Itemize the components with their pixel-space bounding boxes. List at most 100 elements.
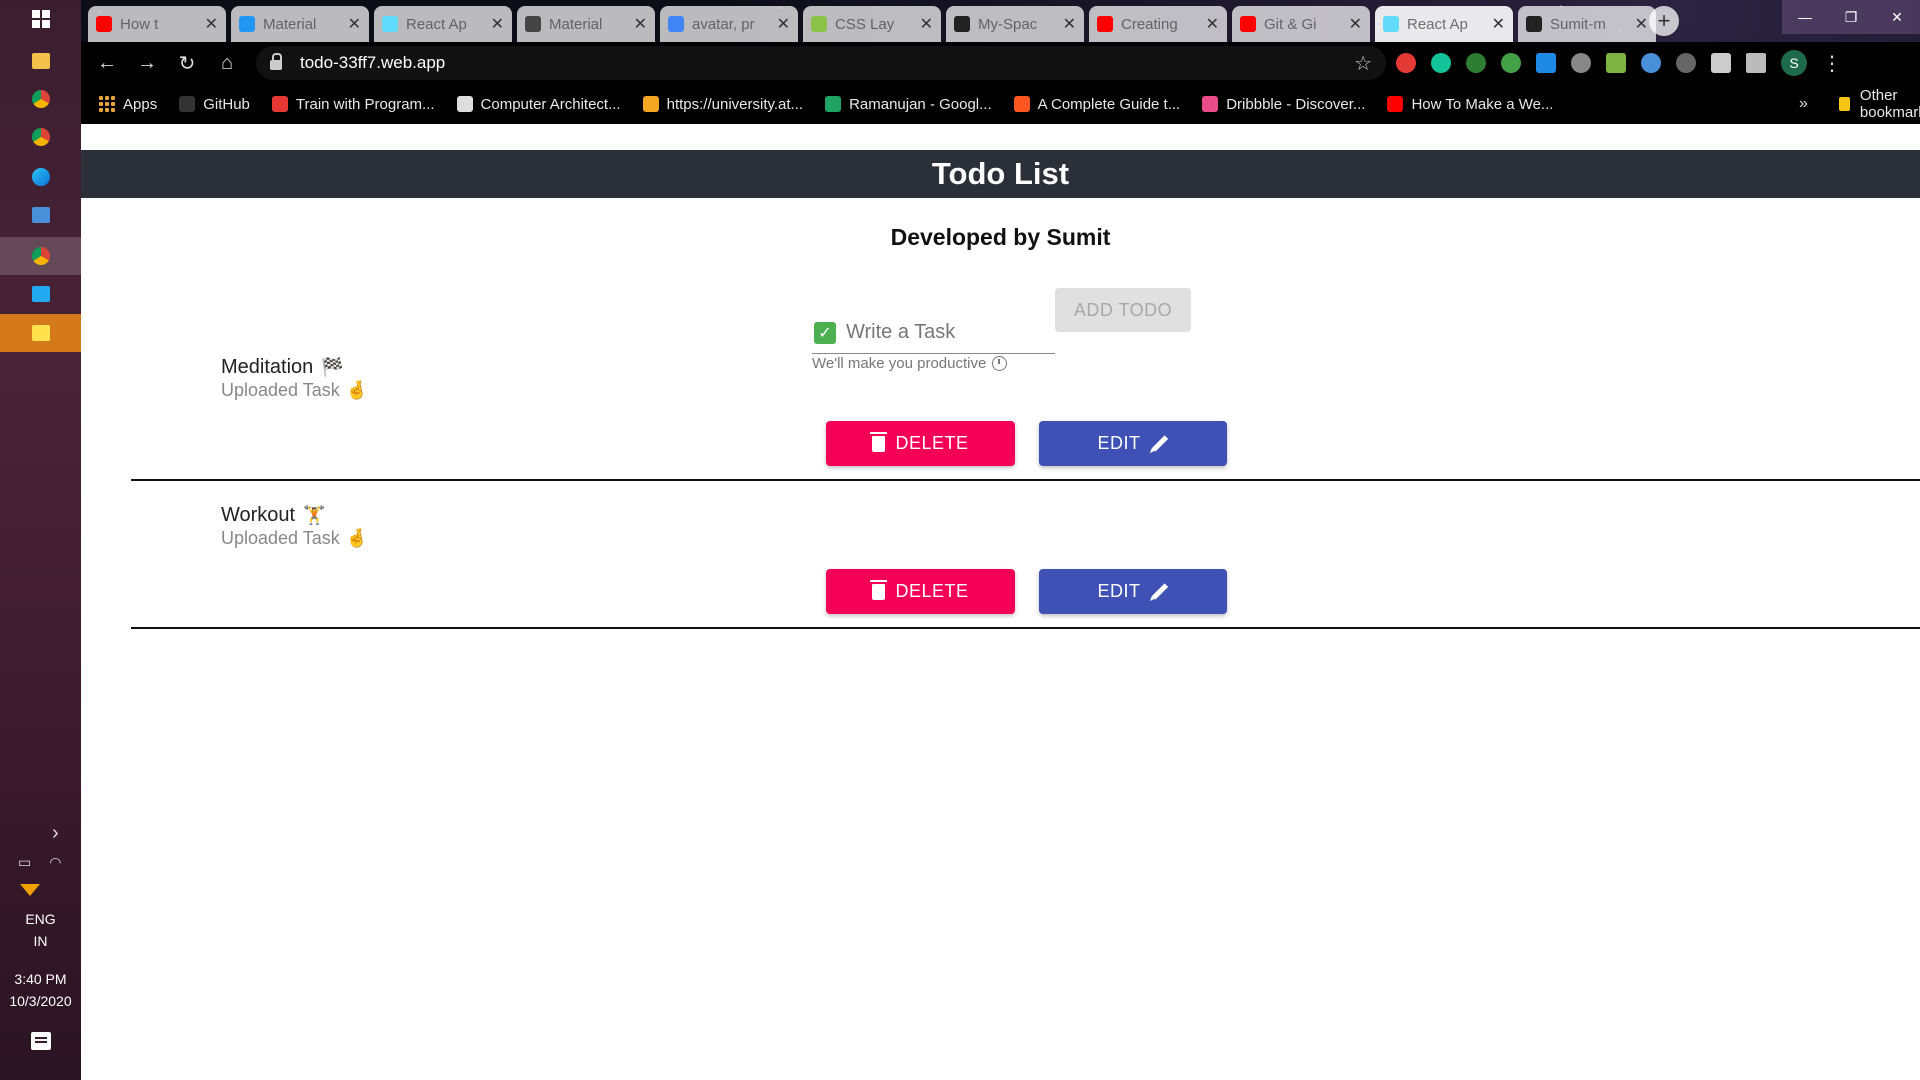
- file-explorer-button[interactable]: [0, 42, 81, 80]
- developer-credit: Developed by Sumit: [890, 224, 1111, 250]
- tab-favicon-icon: [1240, 16, 1256, 32]
- show-hidden-icons-chevron-icon[interactable]: ›: [52, 822, 59, 845]
- browser-tab[interactable]: Creating ✕: [1089, 6, 1227, 42]
- bookmark-label: Computer Architect...: [480, 95, 621, 113]
- tab-title: Material: [549, 15, 603, 33]
- chrome-app-button[interactable]: [0, 80, 81, 118]
- close-window-button[interactable]: ✕: [1874, 0, 1920, 34]
- vscode-button[interactable]: [0, 275, 81, 313]
- sticky-notes-button[interactable]: [0, 314, 81, 352]
- battery-icon[interactable]: ▭: [18, 854, 31, 871]
- more-bookmarks-button[interactable]: »: [1799, 95, 1808, 113]
- media-controls-icon[interactable]: [1746, 53, 1766, 73]
- folder-icon: [1839, 97, 1850, 111]
- browser-tab[interactable]: Material ✕: [231, 6, 369, 42]
- browser-tab[interactable]: avatar, pr ✕: [660, 6, 798, 42]
- trash-icon: [870, 431, 888, 452]
- extension-refresh-icon[interactable]: [1501, 53, 1521, 73]
- close-tab-icon[interactable]: ✕: [634, 14, 647, 34]
- action-center-icon[interactable]: [31, 1032, 51, 1050]
- browser-tab[interactable]: CSS Lay ✕: [803, 6, 941, 42]
- todo-title: Meditation 🏁: [221, 356, 344, 378]
- app-header: Todo List: [81, 150, 1920, 198]
- extension-green-icon[interactable]: [1466, 53, 1486, 73]
- edit-button[interactable]: EDIT: [1039, 421, 1227, 466]
- browser-tab[interactable]: How t ✕: [88, 6, 226, 42]
- bookmark-item[interactable]: A Complete Guide t...: [1013, 96, 1180, 113]
- delete-button[interactable]: DELETE: [826, 421, 1015, 466]
- warning-icon[interactable]: [20, 884, 40, 896]
- system-clock[interactable]: 3:40 PM 10/3/2020: [0, 968, 81, 1012]
- gear-icon: [1013, 96, 1030, 112]
- extension-adblock-icon[interactable]: [1396, 53, 1416, 73]
- close-tab-icon[interactable]: ✕: [348, 14, 361, 34]
- bookmark-item[interactable]: Apps: [99, 96, 157, 113]
- extension-user-icon[interactable]: [1571, 53, 1591, 73]
- extension-grammarly-icon[interactable]: [1431, 53, 1451, 73]
- chrome-app-button-2[interactable]: [0, 118, 81, 156]
- app-s3-button[interactable]: [0, 196, 81, 234]
- browser-tab-strip: How t ✕ Material ✕ React Ap ✕ Material ✕ avatar,…: [81, 0, 1920, 42]
- profile-avatar[interactable]: S: [1781, 50, 1807, 76]
- close-tab-icon[interactable]: ✕: [491, 14, 504, 34]
- lock-icon[interactable]: [270, 53, 282, 70]
- address-bar[interactable]: todo-33ff7.web.app ☆: [256, 46, 1386, 80]
- fingers-crossed-icon: 🤞: [345, 528, 369, 549]
- program-icon: [271, 96, 288, 112]
- language-indicator[interactable]: ENG IN: [0, 908, 81, 952]
- close-tab-icon[interactable]: ✕: [1492, 14, 1505, 34]
- tab-favicon-icon: [382, 16, 398, 32]
- pencil-icon: [1151, 583, 1168, 600]
- home-button[interactable]: ⌂: [207, 45, 247, 81]
- bookmark-item[interactable]: How To Make a We...: [1387, 96, 1553, 113]
- browser-tab[interactable]: Material ✕: [517, 6, 655, 42]
- browser-tab[interactable]: Git & Gi ✕: [1232, 6, 1370, 42]
- minimize-button[interactable]: —: [1782, 0, 1828, 34]
- extension-mic-icon[interactable]: [1676, 53, 1696, 73]
- bookmark-item[interactable]: Ramanujan - Googl...: [825, 96, 992, 113]
- forward-button[interactable]: →: [127, 45, 167, 81]
- chrome-active-button[interactable]: [0, 237, 81, 275]
- back-button[interactable]: ←: [87, 45, 127, 81]
- extension-react-icon[interactable]: [1641, 53, 1661, 73]
- bookmark-item[interactable]: Computer Architect...: [456, 95, 621, 113]
- bookmark-label: Dribbble - Discover...: [1226, 95, 1366, 113]
- close-tab-icon[interactable]: ✕: [920, 14, 933, 34]
- close-tab-icon[interactable]: ✕: [1206, 14, 1219, 34]
- close-tab-icon[interactable]: ✕: [1349, 14, 1362, 34]
- browser-tab[interactable]: React Ap ✕: [1375, 6, 1513, 42]
- task-input[interactable]: [846, 321, 1046, 344]
- add-todo-button[interactable]: ADD TODO: [1055, 288, 1191, 332]
- edge-button[interactable]: [0, 158, 81, 196]
- new-tab-button[interactable]: +: [1649, 6, 1679, 36]
- chrome-menu-icon[interactable]: ⋮: [1822, 51, 1842, 76]
- wifi-icon[interactable]: ◠: [49, 854, 61, 871]
- reload-button[interactable]: ↻: [167, 45, 207, 81]
- start-button[interactable]: [0, 0, 81, 38]
- tab-title: avatar, pr: [692, 15, 755, 33]
- github-icon: [179, 96, 196, 112]
- task-input-field[interactable]: ✓: [812, 312, 1055, 354]
- browser-tab[interactable]: Sumit-m ✕: [1518, 6, 1656, 42]
- extension-m-icon[interactable]: [1606, 53, 1626, 73]
- extension-resize-icon[interactable]: [1536, 53, 1556, 73]
- close-tab-icon[interactable]: ✕: [205, 14, 218, 34]
- extensions-puzzle-icon[interactable]: [1711, 53, 1731, 73]
- bookmark-item[interactable]: GitHub: [179, 96, 250, 113]
- close-tab-icon[interactable]: ✕: [1635, 14, 1648, 34]
- edit-button[interactable]: EDIT: [1039, 569, 1227, 614]
- browser-tab[interactable]: React Ap ✕: [374, 6, 512, 42]
- clock-icon: [992, 356, 1008, 371]
- bookmark-item[interactable]: Train with Program...: [271, 96, 435, 113]
- bookmark-item[interactable]: https://university.at...: [642, 96, 803, 113]
- delete-button[interactable]: DELETE: [826, 569, 1015, 614]
- browser-tab[interactable]: My-Spac ✕: [946, 6, 1084, 42]
- bookmark-star-icon[interactable]: ☆: [1354, 51, 1372, 76]
- other-bookmarks-button[interactable]: Other bookmarks: [1839, 87, 1920, 121]
- tab-title: React Ap: [406, 15, 467, 33]
- close-tab-icon[interactable]: ✕: [777, 14, 790, 34]
- bookmark-item[interactable]: Dribbble - Discover...: [1202, 96, 1365, 113]
- maximize-button[interactable]: ❐: [1828, 0, 1874, 34]
- close-tab-icon[interactable]: ✕: [1063, 14, 1076, 34]
- tab-favicon-icon: [96, 16, 112, 32]
